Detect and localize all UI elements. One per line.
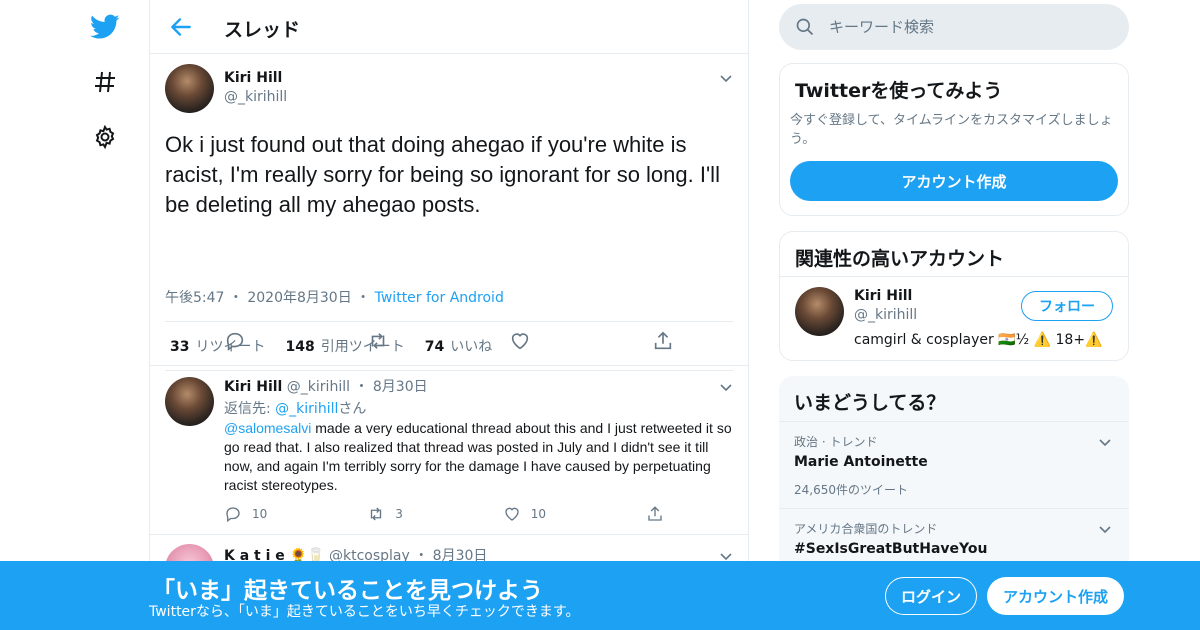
tweet-text: @salomesalvi made a very educational thr… (224, 420, 732, 493)
retweet-icon[interactable] (367, 330, 389, 352)
related-account-name[interactable]: Kiri Hill (854, 288, 912, 304)
like-icon[interactable] (509, 330, 531, 352)
create-account-button[interactable]: アカウント作成 (790, 161, 1118, 201)
trend-name: Marie Antoinette (794, 454, 928, 470)
signup-card: Twitterを使ってみよう 今すぐ登録して、タイムラインをカスタマイズしましょ… (779, 63, 1129, 216)
share-button[interactable] (646, 505, 664, 523)
related-card-title: 関連性の高いアカウント (795, 248, 1005, 270)
follow-button[interactable]: フォロー (1021, 291, 1113, 321)
trend-item[interactable]: アメリカ合衆国のトレンド #SexIsGreatButHaveYou (779, 508, 1129, 568)
bottom-signup-bar: 「いま」起きていることを見つけよう Twitterなら、「いま」起きていることを… (0, 561, 1200, 630)
avatar[interactable] (165, 377, 214, 426)
reply-icon (226, 507, 240, 523)
signup-card-subtitle: 今すぐ登録して、タイムラインをカスタマイズしましょう。 (790, 113, 1113, 147)
related-accounts-card: 関連性の高いアカウント Kiri Hill @_kirihill camgirl… (779, 231, 1129, 361)
retweet-button[interactable]: 3 (367, 505, 403, 523)
avatar[interactable] (165, 64, 214, 113)
share-icon (648, 506, 662, 521)
author-name[interactable]: Kiri Hill (224, 70, 282, 86)
reply-button[interactable]: 10 (224, 505, 267, 523)
page-header: スレッド (150, 0, 748, 54)
reply-tweet[interactable]: Kiri Hill @_kirihill ・ 8月30日 返信先: @_kiri… (150, 367, 748, 535)
reply-actions: 10 3 10 (224, 505, 664, 523)
trends-title: いまどうしてる？ (794, 392, 946, 414)
divider (780, 276, 1128, 277)
replying-to-link[interactable]: @_kirihill (275, 401, 338, 417)
avatar[interactable] (795, 287, 844, 336)
author-handle[interactable]: @_kirihill (287, 379, 350, 395)
related-account-handle[interactable]: @_kirihill (854, 307, 917, 323)
author-handle[interactable]: @_kirihill (224, 89, 287, 105)
search-icon (796, 18, 814, 36)
trend-name: #SexIsGreatButHaveYou (794, 541, 988, 557)
main-column: スレッド Kiri Hill @_kirihill Ok i just foun… (149, 0, 749, 630)
login-button[interactable]: ログイン (885, 577, 977, 615)
tweet-source[interactable]: Twitter for Android (375, 290, 504, 306)
bottom-bar-title: 「いま」起きていることを見つけよう (152, 578, 543, 604)
search-box[interactable] (779, 4, 1129, 50)
search-input[interactable] (829, 18, 1109, 36)
twitter-logo-icon[interactable] (90, 12, 120, 42)
chevron-down-icon[interactable] (1097, 521, 1113, 537)
replying-to: 返信先: @_kirihillさん (224, 401, 367, 417)
tweet-actions-bar (150, 318, 748, 366)
hashtag-icon[interactable] (90, 67, 120, 97)
share-icon[interactable] (652, 330, 674, 352)
reply-header: Kiri Hill @_kirihill ・ 8月30日 (224, 379, 428, 395)
chevron-down-icon[interactable] (718, 379, 734, 395)
trend-category: アメリカ合衆国のトレンド (794, 522, 938, 536)
trend-count: 24,650件のツイート (794, 483, 908, 497)
tweet-time[interactable]: 午後5:47 (165, 290, 224, 306)
page-title: スレッド (224, 19, 301, 41)
back-arrow-icon[interactable] (168, 14, 194, 40)
tweet-date[interactable]: 2020年8月30日 (247, 290, 351, 306)
chevron-down-icon[interactable] (718, 70, 734, 86)
retweet-icon (371, 507, 382, 521)
like-icon (505, 507, 519, 521)
tweet-text: Ok i just found out that doing ahegao if… (165, 132, 720, 217)
trend-item[interactable]: 政治 · トレンド Marie Antoinette 24,650件のツイート (779, 421, 1129, 508)
author-name[interactable]: Kiri Hill (224, 379, 282, 395)
like-button[interactable]: 10 (503, 505, 546, 523)
signup-card-title: Twitterを使ってみよう (795, 80, 1003, 102)
related-account-bio: camgirl & cosplayer 🇮🇳½ ⚠️ 18+⚠️ (854, 332, 1103, 348)
tweet-date[interactable]: 8月30日 (373, 379, 428, 395)
bottom-bar-subtitle: Twitterなら、「いま」起きていることをいち早くチェックできます。 (149, 604, 580, 620)
gear-icon[interactable] (90, 122, 120, 152)
signup-button[interactable]: アカウント作成 (987, 577, 1124, 615)
mention-link[interactable]: @salomesalvi (224, 420, 311, 436)
chevron-down-icon[interactable] (1097, 434, 1113, 450)
reply-icon[interactable] (224, 330, 246, 352)
trend-category: 政治 · トレンド (794, 435, 878, 449)
tweet-meta: 午後5:47 ・ 2020年8月30日 ・ Twitter for Androi… (165, 290, 504, 306)
